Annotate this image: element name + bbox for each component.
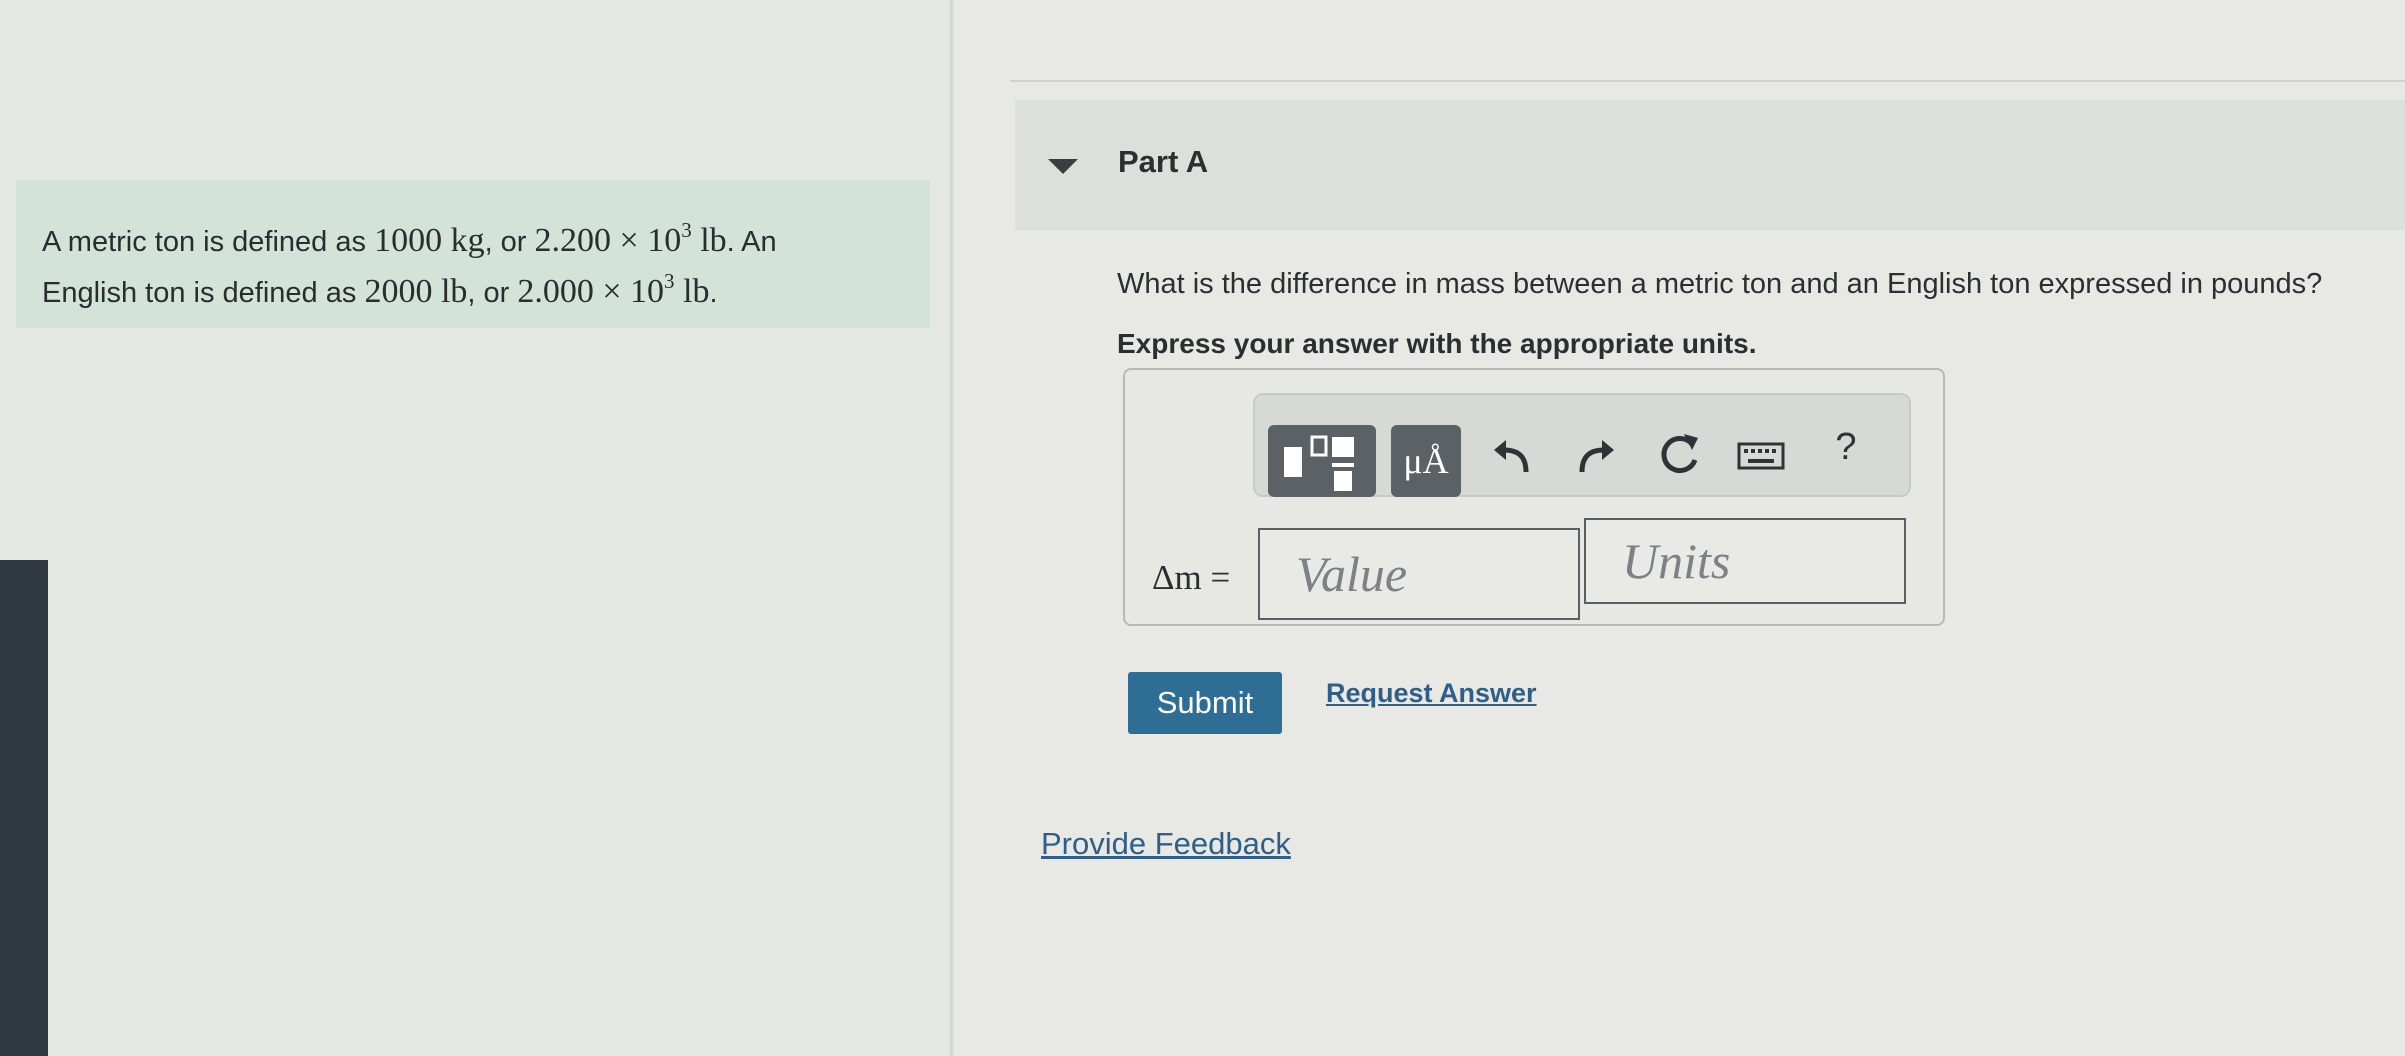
units-input[interactable]: Units — [1584, 518, 1906, 604]
redo-glyph — [1579, 440, 1614, 473]
math-base: 2.200 × 10 — [534, 222, 682, 259]
math-expression: 2000 lb — [364, 273, 468, 310]
provide-feedback-link[interactable]: Provide Feedback — [1041, 826, 1291, 862]
panel-divider — [950, 0, 953, 1056]
units-button[interactable]: μÅ — [1391, 425, 1461, 497]
math-base: 2.000 × 10 — [517, 273, 665, 310]
left-panel — [0, 0, 948, 1056]
window-edge — [0, 560, 48, 1056]
help-label: ? — [1835, 426, 1857, 468]
math-expression: 2.200 × 103 lb — [534, 220, 727, 260]
fraction-template-icon[interactable] — [1268, 425, 1376, 497]
instruction-text: Express your answer with the appropriate… — [1117, 328, 1757, 359]
delta-m-label: Δm = — [1152, 558, 1231, 597]
value-placeholder: Value — [1296, 546, 1408, 602]
help-icon[interactable]: ? — [1826, 428, 1866, 476]
problem-text: , or — [484, 226, 535, 258]
math-expression: 1000 kg — [374, 222, 485, 259]
problem-line-1: A metric ton is defined as 1000 kg, or 2… — [42, 216, 906, 267]
undo-icon[interactable] — [1488, 432, 1536, 482]
value-input[interactable]: Value — [1258, 528, 1580, 620]
problem-text: . — [709, 277, 718, 309]
math-exponent: 3 — [664, 269, 675, 293]
section-divider — [1010, 80, 2405, 82]
part-a-header[interactable] — [1015, 100, 2405, 230]
submit-button[interactable]: Submit — [1128, 672, 1282, 734]
problem-text: English ton is defined as — [42, 277, 365, 309]
collapse-triangle-icon[interactable] — [1048, 159, 1078, 174]
question-text: What is the difference in mass between a… — [1117, 268, 2323, 300]
math-expression: 2.000 × 103 lb — [517, 271, 710, 311]
fraction-template-glyph — [1284, 435, 1354, 491]
part-title[interactable]: Part A — [1118, 144, 1208, 180]
math-exponent: 3 — [681, 218, 692, 242]
reset-glyph — [1661, 434, 1698, 474]
problem-text: A metric ton is defined as — [42, 226, 375, 258]
problem-line-2: English ton is defined as 2000 lb, or 2.… — [42, 267, 906, 318]
math-unit: lb — [674, 273, 710, 310]
undo-glyph — [1494, 440, 1529, 473]
problem-text: . An — [726, 226, 777, 258]
redo-icon[interactable] — [1572, 432, 1620, 482]
request-answer-link[interactable]: Request Answer — [1326, 678, 1537, 709]
problem-statement: A metric ton is defined as 1000 kg, or 2… — [16, 180, 930, 328]
units-placeholder: Units — [1622, 533, 1731, 589]
keyboard-icon[interactable] — [1736, 438, 1786, 474]
units-button-label: μÅ — [1403, 441, 1449, 481]
reset-icon[interactable] — [1654, 428, 1704, 482]
keyboard-glyph — [1737, 442, 1785, 470]
problem-text: , or — [467, 277, 518, 309]
math-unit: lb — [691, 222, 727, 259]
